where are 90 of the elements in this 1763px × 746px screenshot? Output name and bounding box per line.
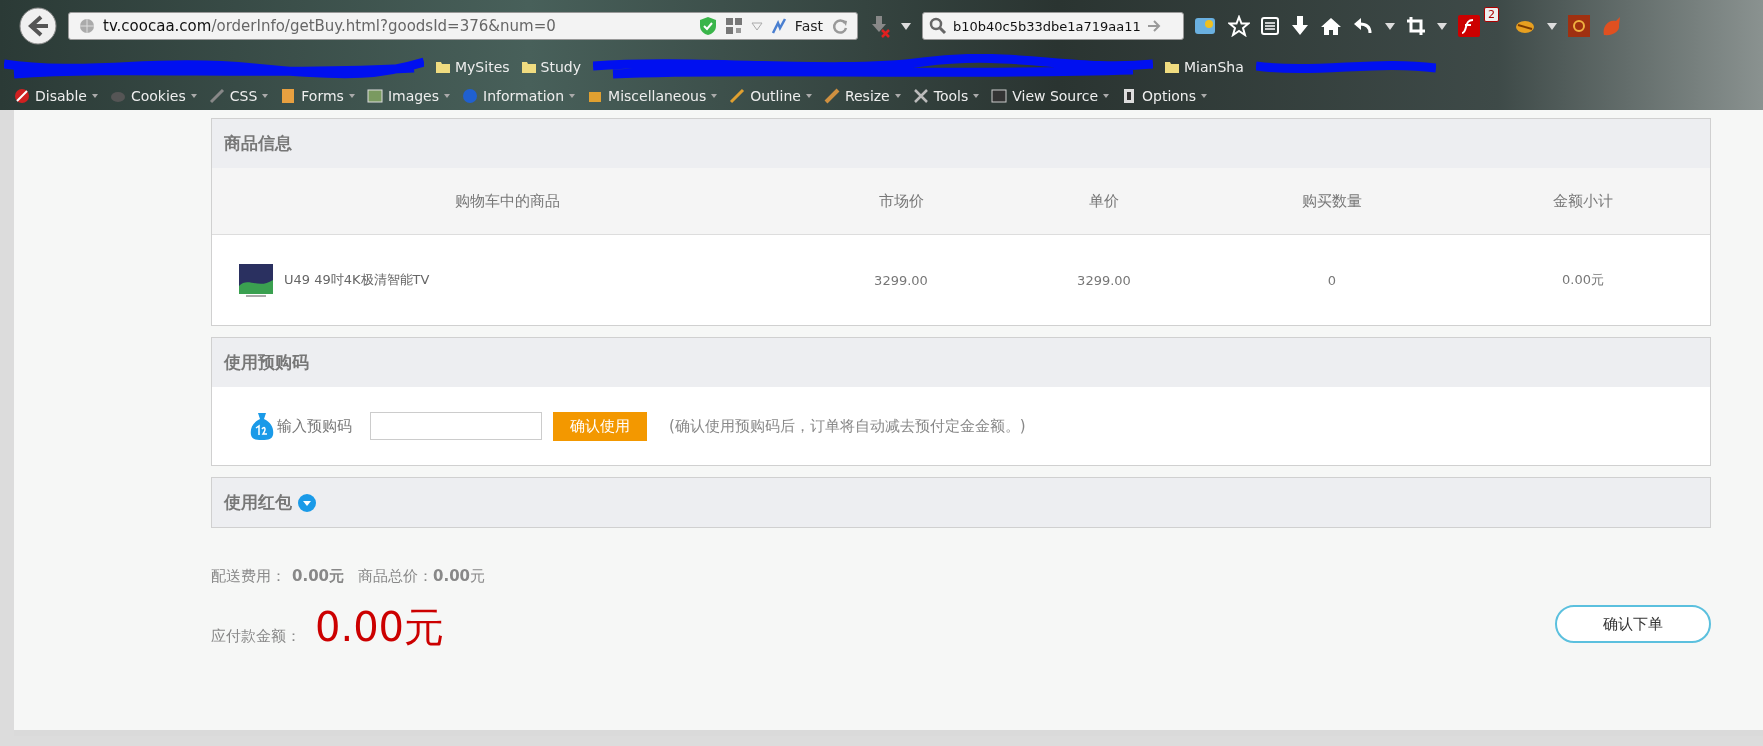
shipping-label: 配送费用： [211, 567, 286, 586]
caret-icon [1201, 94, 1208, 98]
field-label: 输入预购码 [277, 416, 352, 436]
toolbar-menu[interactable]: Disable [14, 88, 98, 104]
shield-icon[interactable] [698, 16, 717, 36]
notification-badge: 2 [1484, 7, 1499, 22]
dropdown-icon[interactable] [900, 21, 912, 31]
table-cell: 3299.00 [1077, 272, 1131, 288]
toolbar-menu[interactable]: Resize [823, 88, 901, 104]
folder-icon [436, 61, 450, 73]
money-bag-icon [249, 411, 275, 441]
speed-label: Fast [794, 18, 823, 34]
crop-icon[interactable] [1406, 16, 1426, 36]
qr-code-icon[interactable] [724, 17, 743, 35]
forbidden-icon [14, 88, 30, 104]
column-header: 市场价 [878, 191, 924, 211]
undo-icon[interactable] [1352, 16, 1374, 36]
monitor-icon [991, 88, 1008, 104]
home-icon[interactable] [1320, 16, 1342, 36]
table-cell: 0 [1327, 272, 1337, 288]
panel-icon [1121, 88, 1137, 104]
column-header: 金额小计 [1553, 191, 1613, 211]
place-order-button[interactable]: 确认下单 [1555, 605, 1711, 643]
caret-icon [805, 94, 812, 98]
toolbar-menu[interactable]: Outline [729, 88, 812, 104]
caret-icon [190, 94, 197, 98]
product-name[interactable]: U49 49吋4K极清智能TV [284, 271, 430, 289]
hint-text: (确认使用预购码后，订单将自动减去预付定金金额。) [669, 416, 1026, 436]
picture-icon [366, 88, 383, 104]
caret-icon [91, 94, 98, 98]
caret-icon [711, 94, 718, 98]
search-text: b10b40c5b33dbe1a719aa11 [953, 18, 1141, 34]
flash-icon[interactable] [1458, 15, 1480, 37]
table-cell: 0.00元 [1562, 271, 1604, 289]
toolbar-menu[interactable]: Information [462, 88, 576, 104]
folder-icon [1164, 61, 1179, 73]
toolbar-menu[interactable]: CSS [208, 88, 269, 104]
section-title: 使用红包 [224, 491, 292, 514]
dropdown-icon[interactable] [1436, 21, 1448, 31]
bookmark-item[interactable]: MySites [436, 59, 510, 75]
toolbar-menu[interactable]: View Source [991, 88, 1109, 104]
reload-icon[interactable] [831, 17, 849, 35]
search-icon [929, 17, 947, 35]
bonus-panel[interactable]: 使用红包 [211, 477, 1711, 528]
column-header: 单价 [1089, 191, 1119, 211]
folder-icon [521, 61, 536, 73]
toolbar-menu[interactable]: Miscellaneous [587, 88, 718, 104]
bookmark-item[interactable]: MianSha [1164, 59, 1244, 75]
url-text: tv.coocaa.com/orderInfo/getBuy.html?goodsId=376&num=0 [103, 17, 556, 35]
caret-icon [569, 94, 576, 98]
tv-thumbnail-icon [238, 262, 274, 298]
column-header: 购买数量 [1302, 191, 1362, 211]
caret-icon [262, 94, 269, 98]
toolbar-menu[interactable]: Forms [280, 88, 355, 104]
bookmark-item[interactable]: Study [521, 59, 581, 75]
precode-input[interactable] [370, 412, 542, 440]
address-bar[interactable]: tv.coocaa.com/orderInfo/getBuy.html?goodsId=376&num=0 Fast [68, 12, 858, 40]
caret-icon [444, 94, 450, 98]
download-icon[interactable] [1290, 15, 1310, 37]
tools-icon [912, 88, 929, 104]
table-cell: 3299.00 [874, 272, 928, 288]
expand-icon[interactable] [298, 493, 316, 512]
list-icon[interactable] [1260, 16, 1280, 36]
payable-amount: 0.00元 [315, 603, 445, 652]
toolbar-menu[interactable]: Images [366, 88, 450, 104]
form-icon [280, 88, 297, 104]
dropdown-icon[interactable] [1546, 21, 1558, 31]
column-header: 购物车中的商品 [454, 191, 560, 211]
caret-icon [1103, 94, 1109, 98]
section-title: 商品信息 [212, 119, 1710, 168]
toolbar-menu[interactable]: Options [1121, 88, 1208, 104]
back-button-icon[interactable] [18, 6, 58, 46]
caret-icon [973, 94, 980, 98]
ruler-icon [823, 88, 840, 104]
total-label: 商品总价： [358, 567, 433, 586]
section-title: 使用预购码 [212, 338, 1710, 387]
arrow-icon[interactable] [1146, 19, 1161, 33]
search-field[interactable]: b10b40c5b33dbe1a719aa11 [922, 12, 1184, 40]
lightning-icon[interactable] [770, 17, 787, 35]
star-icon[interactable] [1228, 15, 1250, 37]
shipping-fee: 0.00元 [292, 567, 344, 586]
toolbar-menu[interactable]: Tools [912, 88, 980, 104]
image-icon[interactable] [1194, 15, 1218, 37]
payable-label: 应付款金额： [211, 627, 301, 646]
caret-icon [894, 94, 901, 98]
dropdown-icon[interactable] [1384, 21, 1396, 31]
globe-icon [79, 18, 95, 34]
caret-icon [348, 94, 355, 98]
toolbar-menu[interactable]: Cookies [109, 88, 197, 104]
total-price: 0.00元 [433, 567, 486, 586]
